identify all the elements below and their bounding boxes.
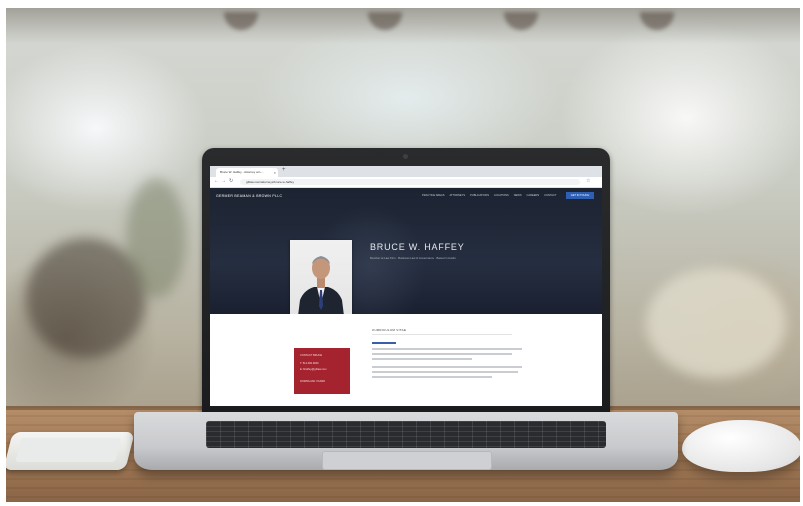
cafe-ceiling	[6, 8, 800, 44]
contact-card-title: CONTACT BRUCE	[300, 354, 323, 357]
nav-item-contact[interactable]: CONTACT	[544, 194, 556, 197]
paragraph-heading	[372, 342, 396, 344]
profile-hero: GERMER BEAMAN & BROWN PLLC PRACTICE AREA…	[210, 188, 602, 332]
profile-content: CURRICULUM VITAE CONTACT BRUCE T: 512.48…	[210, 314, 602, 406]
section-title: CURRICULUM VITAE	[372, 328, 407, 332]
trackpad	[322, 451, 492, 470]
attorney-name: BRUCE W. HAFFEY	[370, 242, 465, 252]
laptop-base	[134, 412, 678, 470]
site-nav-menu: PRACTICE AREAS ATTORNEYS PUBLICATIONS LO…	[422, 194, 556, 197]
attorney-subtitle: Member at Law Firm · Business Law & Gove…	[370, 256, 456, 260]
nav-item-locations[interactable]: LOCATIONS	[494, 194, 509, 197]
computer-mouse	[682, 420, 800, 472]
nav-item-news[interactable]: NEWS	[514, 194, 522, 197]
background-bokeh	[646, 268, 786, 378]
laptop-screen: Bruce W. Haffey - Attorney at L... × + ←…	[210, 166, 602, 406]
reload-icon[interactable]: ↻	[229, 178, 233, 184]
paragraph-line	[372, 371, 518, 373]
nav-item-publications[interactable]: PUBLICATIONS	[470, 194, 489, 197]
smartphone	[6, 432, 135, 470]
back-icon[interactable]: ←	[214, 178, 219, 184]
close-tab-icon[interactable]: ×	[274, 168, 276, 177]
contact-phone[interactable]: T: 512.482.9000	[300, 362, 319, 365]
nav-item-practice-areas[interactable]: PRACTICE AREAS	[422, 194, 445, 197]
nav-item-careers[interactable]: CAREERS	[527, 194, 540, 197]
photo-scene: Bruce W. Haffey - Attorney at L... × + ←…	[6, 8, 800, 502]
bookmark-star-icon[interactable]: ☆	[586, 178, 590, 184]
paragraph-line	[372, 366, 522, 368]
keyboard	[206, 421, 606, 448]
address-bar[interactable]: g3law.com/attorneys/bruce-w-haffey	[240, 179, 580, 185]
phone-screen	[15, 438, 122, 462]
section-divider	[372, 334, 512, 335]
paragraph-line	[372, 358, 472, 360]
paragraph-line	[372, 376, 492, 378]
forward-icon[interactable]: →	[221, 178, 226, 184]
new-tab-icon[interactable]: +	[282, 167, 286, 173]
site-logo[interactable]: GERMER BEAMAN & BROWN PLLC	[216, 194, 282, 198]
browser-tab-bar: Bruce W. Haffey - Attorney at L... × +	[210, 166, 602, 177]
background-bokeh	[126, 178, 186, 298]
contact-email[interactable]: E: bhaffey@g3law.com	[300, 368, 327, 371]
browser-tab[interactable]: Bruce W. Haffey - Attorney at L... ×	[216, 168, 278, 177]
paragraph-line	[372, 353, 512, 355]
tab-title: Bruce W. Haffey - Attorney at L...	[220, 170, 264, 174]
browser-toolbar: ← → ↻ g3law.com/attorneys/bruce-w-haffey…	[210, 177, 602, 188]
nav-item-attorneys[interactable]: ATTORNEYS	[450, 194, 466, 197]
paragraph-line	[372, 348, 522, 350]
laptop-lid: Bruce W. Haffey - Attorney at L... × + ←…	[202, 148, 610, 414]
webcam-icon	[403, 154, 408, 159]
download-vcard-link[interactable]: DOWNLOAD VCARD	[300, 380, 325, 383]
get-in-touch-button[interactable]: GET IN TOUCH	[566, 192, 594, 199]
contact-card: CONTACT BRUCE T: 512.482.9000 E: bhaffey…	[294, 348, 350, 394]
